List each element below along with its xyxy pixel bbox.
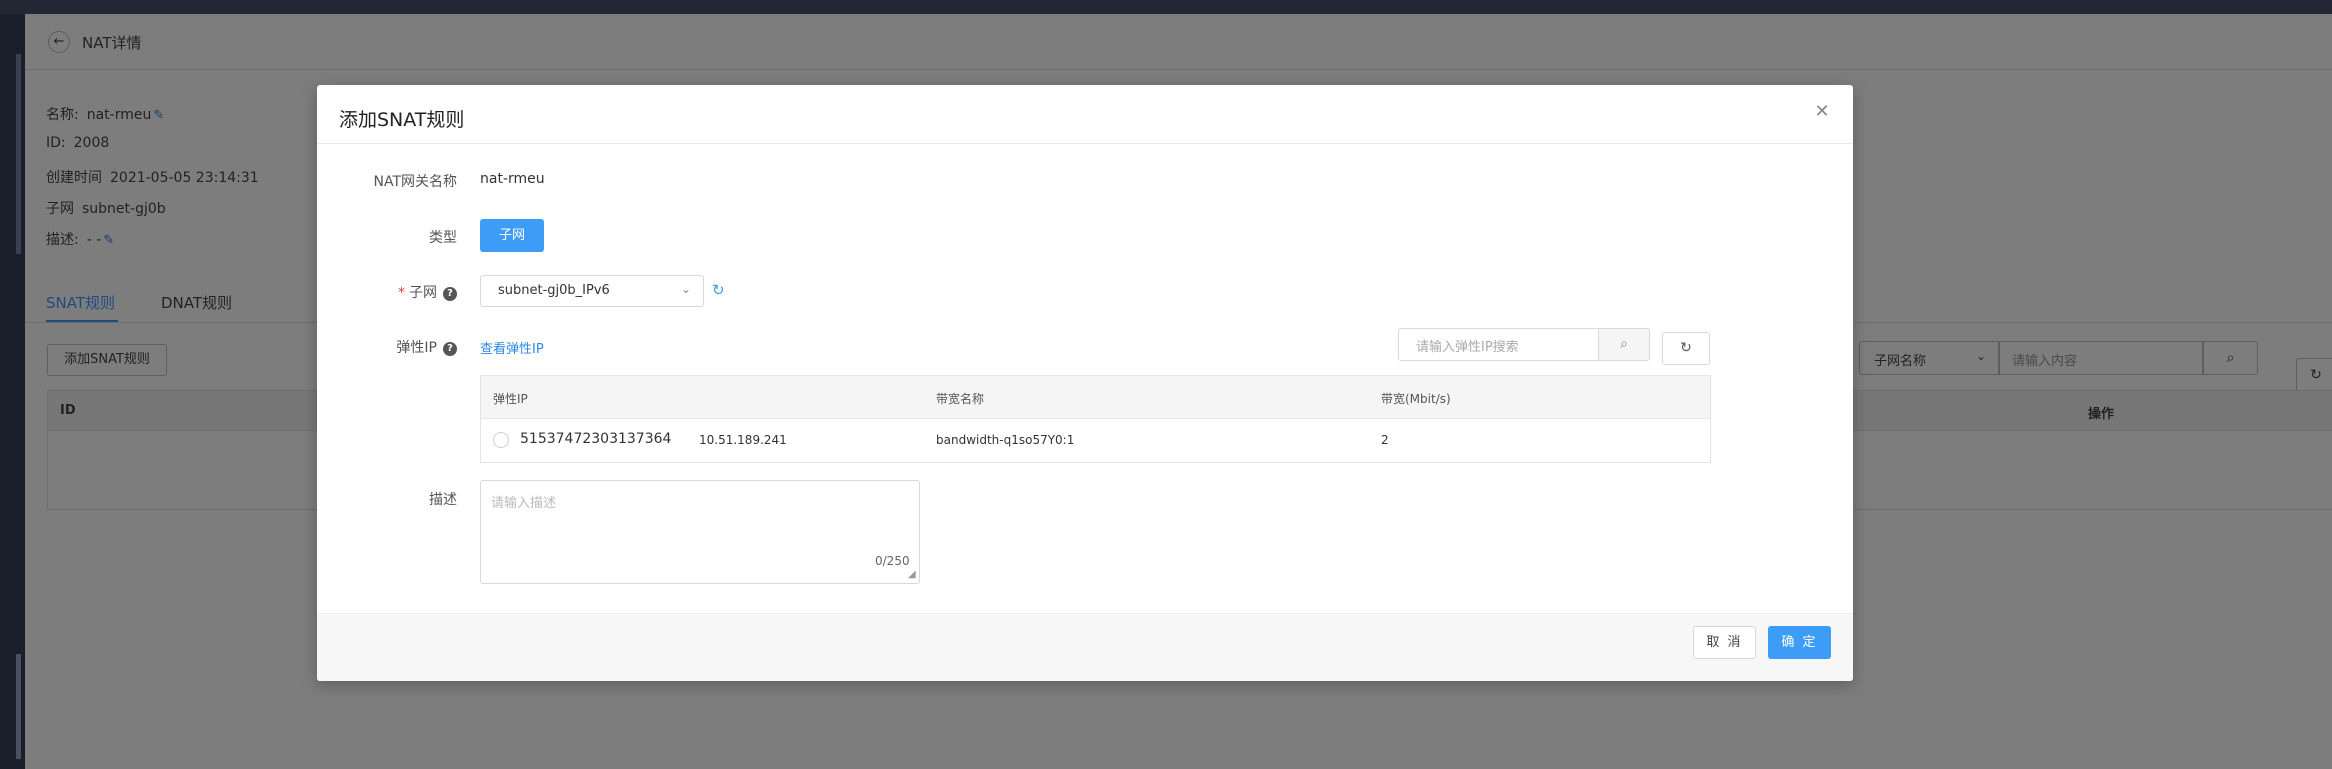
chevron-down-icon: ⌄ <box>1975 349 1986 363</box>
type-label: 类型 <box>429 230 457 246</box>
table-row[interactable]: 51537472303137364 10.51.189.241 bandwidt… <box>481 419 1710 462</box>
info-id-label: ID: <box>46 135 66 151</box>
add-snat-rule-dialog: 添加SNAT规则 ✕ NAT网关名称 nat-rmeu 类型 子网 * 子网? s… <box>317 85 1853 681</box>
back-arrow-icon[interactable]: ← <box>48 31 70 53</box>
filter-search-input[interactable]: 请输入内容 <box>1999 341 2203 375</box>
column-header-bandwidth-name: 带宽名称 <box>936 392 985 406</box>
required-mark: * <box>398 285 405 301</box>
info-created-label: 创建时间 <box>46 170 102 186</box>
sidebar-scroll-mark-bottom <box>16 654 21 759</box>
gateway-name-label: NAT网关名称 <box>373 174 457 190</box>
subnet-label-text: 子网 <box>409 285 437 301</box>
description-placeholder: 请输入描述 <box>491 496 557 511</box>
info-created-value: 2021-05-05 23:14:31 <box>110 170 259 186</box>
question-circle-icon[interactable]: ? <box>443 342 457 356</box>
refresh-icon[interactable]: ↻ <box>1662 332 1710 365</box>
question-circle-icon[interactable]: ? <box>443 287 457 301</box>
info-desc-label: 描述: <box>46 232 79 248</box>
description-counter: 0/250 <box>875 554 910 568</box>
info-subnet-value: subnet-gj0b <box>82 201 166 217</box>
sidebar-scroll-mark <box>16 54 21 254</box>
info-name-label: 名称: <box>46 107 79 123</box>
row-radio-button[interactable] <box>493 432 509 448</box>
tab-snat-rules[interactable]: SNAT规则 <box>46 292 115 313</box>
info-name: 名称: nat-rmeu ✎ <box>46 104 164 124</box>
search-icon[interactable]: ⌕ <box>1598 328 1650 361</box>
tab-dnat-rules[interactable]: DNAT规则 <box>161 292 232 313</box>
info-id-value: 2008 <box>73 135 110 151</box>
eip-table: 弹性IP 带宽名称 带宽(Mbit/s) 51537472303137364 1… <box>480 375 1711 463</box>
type-subnet-button[interactable]: 子网 <box>480 219 544 252</box>
dialog-header: 添加SNAT规则 ✕ <box>317 85 1853 144</box>
confirm-button[interactable]: 确 定 <box>1768 626 1831 659</box>
info-subnet-label: 子网 <box>46 201 74 217</box>
pencil-icon[interactable]: ✎ <box>153 108 164 123</box>
dialog-footer: 取 消 确 定 <box>317 613 1853 681</box>
info-id: ID: 2008 <box>46 135 109 151</box>
table-header: 弹性IP 带宽名称 带宽(Mbit/s) <box>481 376 1710 419</box>
eip-field-label: 弹性IP? <box>317 337 457 357</box>
cancel-button[interactable]: 取 消 <box>1693 626 1756 659</box>
refresh-icon[interactable]: ↻ <box>712 281 725 299</box>
left-sidebar <box>0 14 25 769</box>
page-title: NAT详情 <box>82 34 142 52</box>
resize-grip-icon[interactable]: ◢ <box>908 570 918 580</box>
info-subnet: 子网 subnet-gj0b <box>46 198 166 218</box>
column-header-eip: 弹性IP <box>493 392 528 406</box>
filter-field-select[interactable]: 子网名称 ⌄ <box>1859 341 1999 375</box>
eip-search-input[interactable]: 请输入弹性IP搜索 <box>1398 328 1599 361</box>
bandwidth-cell: 2 <box>1381 433 1389 447</box>
info-desc-value: - - <box>86 232 102 248</box>
eip-label-text: 弹性IP <box>396 340 437 356</box>
column-header-id: ID <box>60 403 76 418</box>
info-description: 描述: - - ✎ <box>46 229 114 249</box>
refresh-icon[interactable]: ↻ <box>2296 358 2332 392</box>
bandwidth-name-cell: bandwidth-q1so57Y0:1 <box>936 433 1075 447</box>
add-snat-rule-button[interactable]: 添加SNAT规则 <box>47 344 167 376</box>
filter-field-value: 子网名称 <box>1874 354 1927 369</box>
page-header: ← NAT详情 <box>25 14 2332 70</box>
description-label: 描述 <box>429 492 457 508</box>
eip-id-cell: 51537472303137364 <box>520 431 672 447</box>
subnet-select-value: subnet-gj0b_IPv6 <box>498 283 610 298</box>
top-strip <box>0 0 2332 14</box>
subnet-field-label: * 子网? <box>317 282 457 302</box>
column-header-bandwidth: 带宽(Mbit/s) <box>1381 392 1451 406</box>
subnet-select[interactable]: subnet-gj0b_IPv6 ⌄ <box>480 275 704 307</box>
eip-address-cell: 10.51.189.241 <box>699 433 787 447</box>
dialog-title: 添加SNAT规则 <box>339 109 465 131</box>
view-eip-link[interactable]: 查看弹性IP <box>480 338 544 357</box>
search-icon[interactable]: ⌕ <box>2203 341 2258 375</box>
info-created: 创建时间 2021-05-05 23:14:31 <box>46 167 259 187</box>
pencil-icon[interactable]: ✎ <box>103 233 114 248</box>
chevron-down-icon: ⌄ <box>680 282 691 296</box>
close-icon[interactable]: ✕ <box>1811 101 1833 123</box>
gateway-name-value: nat-rmeu <box>480 171 545 187</box>
info-name-value: nat-rmeu <box>86 107 152 123</box>
column-header-operation: 操作 <box>2088 407 2115 422</box>
